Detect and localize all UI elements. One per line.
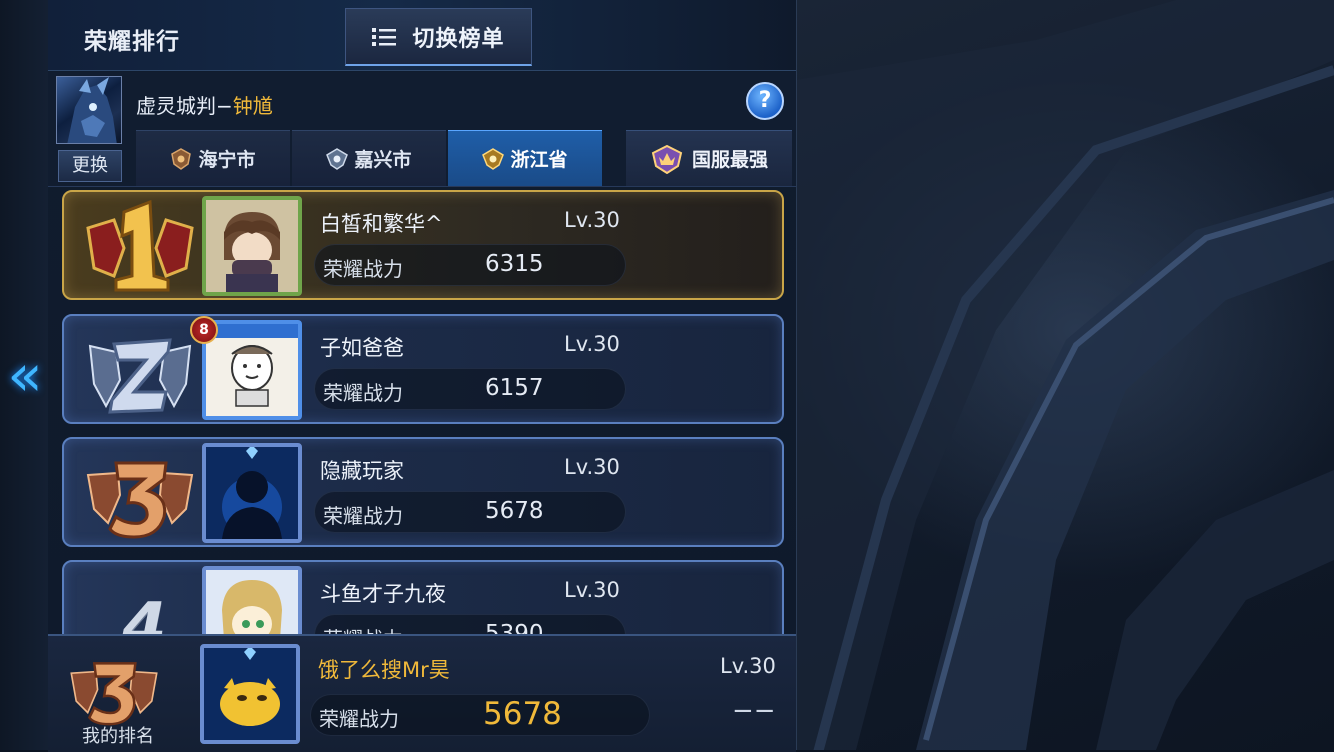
hero-name-highlight: 钟馗 [232, 94, 273, 118]
background-art [796, 0, 1334, 750]
power-value: 6315 [485, 251, 544, 277]
player-level: Lv.30 [564, 578, 620, 602]
page-title: 荣耀排行 [84, 29, 180, 55]
tab-city-jiaxing[interactable]: 嘉兴市 [292, 130, 446, 186]
tab-city-haining[interactable]: 海宁市 [136, 130, 290, 186]
header-bar: 荣耀排行 切换榜单 [48, 0, 796, 71]
ranking-row-4[interactable]: 4 斗鱼才子九夜 Lv.30 荣耀战力 5390 [62, 560, 784, 634]
power-box: 荣耀战力 5678 [314, 491, 626, 533]
rank-3-badge-icon [84, 445, 196, 541]
player-level: Lv.30 [564, 208, 620, 232]
silver-badge-icon [326, 147, 349, 170]
tab-province-zhejiang-label: 浙江省 [510, 149, 568, 171]
player-level: Lv.30 [564, 455, 620, 479]
ranking-panel: 荣耀排行 切换榜单 更换 虚灵城判−钟馗 ? 海宁市 嘉兴市 浙江省 国服最强 … [48, 0, 797, 752]
power-label: 荣耀战力 [319, 707, 399, 731]
hero-name: 虚灵城判−钟馗 [136, 90, 273, 119]
hero-title: 虚灵城判− [136, 94, 233, 118]
my-rank-label: 我的排名 [82, 726, 154, 747]
power-value: 6157 [485, 375, 544, 401]
player-badge-level: 8 [190, 316, 218, 344]
tab-city-jiaxing-label: 嘉兴市 [354, 149, 412, 171]
my-rank-badge-icon [68, 648, 160, 728]
change-hero-button[interactable]: 更换 [58, 150, 122, 182]
player-name: 子如爸爸 [320, 336, 404, 360]
crown-badge-icon [651, 144, 683, 174]
region-tabs: 海宁市 嘉兴市 浙江省 [136, 130, 604, 186]
power-label: 荣耀战力 [323, 381, 403, 405]
switch-list-button[interactable]: 切换榜单 [345, 8, 532, 66]
my-player-name: 饿了么搜Mr昊 [318, 658, 450, 682]
hero-avatar[interactable] [56, 76, 122, 144]
power-label: 荣耀战力 [323, 257, 403, 281]
player-avatar[interactable] [202, 566, 302, 634]
tab-city-haining-label: 海宁市 [198, 149, 256, 171]
help-question-icon[interactable]: ? [746, 82, 784, 120]
rank-trend: −− [732, 696, 776, 726]
list-icon [372, 27, 397, 46]
ranking-row-3[interactable]: 隐藏玩家 Lv.30 荣耀战力 5678 [62, 437, 784, 547]
power-label: 荣耀战力 [323, 623, 403, 634]
back-chevron-icon[interactable]: « [6, 340, 44, 410]
my-rank-bar: 我的排名 饿了么搜Mr昊 Lv.30 荣耀战力 5678 −− [48, 634, 796, 752]
player-name: 隐藏玩家 [320, 459, 404, 483]
rank-2-badge-icon [84, 322, 196, 418]
ranking-list[interactable]: 白皙和繁华^ Lv.30 荣耀战力 6315 8 子如爸爸 Lv.30 荣耀战力… [48, 188, 796, 634]
my-power-box: 荣耀战力 5678 [310, 694, 650, 736]
rank-1-badge-icon [84, 198, 196, 294]
ranking-row-1[interactable]: 白皙和繁华^ Lv.30 荣耀战力 6315 [62, 190, 784, 300]
player-avatar[interactable] [202, 443, 302, 543]
rank-number: 4 [121, 590, 167, 634]
power-box: 荣耀战力 6157 [314, 368, 626, 410]
player-name: 斗鱼才子九夜 [320, 582, 446, 606]
player-avatar[interactable] [202, 196, 302, 296]
power-box: 荣耀战力 6315 [314, 244, 626, 286]
ranking-row-2[interactable]: 8 子如爸爸 Lv.30 荣耀战力 6157 [62, 314, 784, 424]
my-avatar[interactable] [200, 644, 300, 744]
tab-national-best-label: 国服最强 [691, 149, 768, 171]
my-player-level: Lv.30 [720, 654, 776, 678]
power-box: 荣耀战力 5390 [314, 614, 626, 634]
switch-list-label: 切换榜单 [412, 26, 505, 52]
gold-badge-icon [482, 147, 505, 170]
hero-bar: 更换 虚灵城判−钟馗 ? 海宁市 嘉兴市 浙江省 国服最强 [48, 72, 796, 187]
my-power-value: 5678 [483, 696, 562, 732]
player-name: 白皙和繁华^ [320, 212, 443, 236]
player-level: Lv.30 [564, 332, 620, 356]
tab-province-zhejiang[interactable]: 浙江省 [448, 130, 602, 186]
bronze-badge-icon [171, 147, 192, 170]
tab-national-best[interactable]: 国服最强 [626, 130, 792, 186]
power-value: 5390 [485, 621, 544, 634]
power-value: 5678 [485, 498, 544, 524]
power-label: 荣耀战力 [323, 504, 403, 528]
